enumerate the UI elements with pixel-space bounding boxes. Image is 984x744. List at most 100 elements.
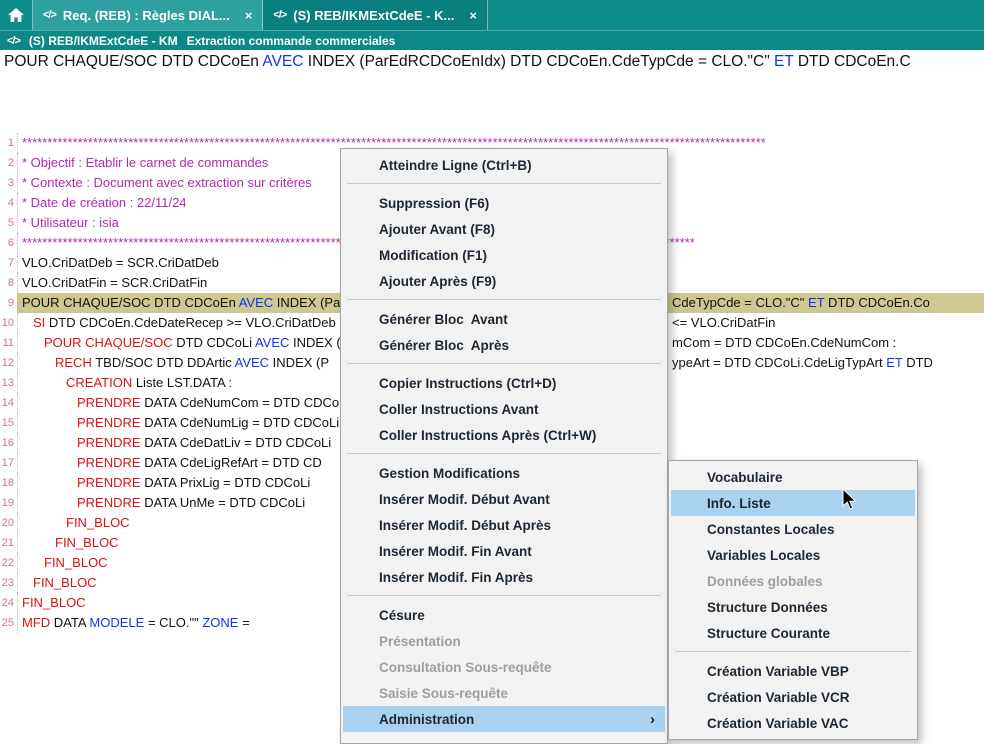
tab-req-reb-regles[interactable]: </> Req. (REB) : Règles DIAL... × xyxy=(33,0,263,30)
code-token: ypeArt = DTD CDCoLi.CdeLigTypArt xyxy=(672,355,886,370)
tab-bar: </> Req. (REB) : Règles DIAL... × </> (S… xyxy=(0,0,984,31)
context-menu-item-modification-f1[interactable]: Modification (F1) xyxy=(343,242,665,268)
code-token: ZONE xyxy=(202,615,238,630)
code-text: VLO.CriDatFin = SCR.CriDatFin xyxy=(18,273,207,293)
code-text: PRENDRE DATA UnMe = DTD CDCoLi xyxy=(18,493,305,513)
code-token: DTD CDCoEn.Co xyxy=(824,295,929,310)
menu-item-label: Insérer Modif. Début Après xyxy=(379,518,551,533)
code-token: INDEX (ParEdRCDCoEnIdx) DTD CDCoEn.CdeTy… xyxy=(303,53,774,70)
code-token: DATA CdeNumCom = DTD CDCoEn xyxy=(141,395,355,410)
close-icon[interactable]: × xyxy=(245,9,253,22)
line-number: 1 xyxy=(0,133,18,153)
home-button[interactable] xyxy=(0,0,33,30)
menu-item-label: Insérer Modif. Fin Avant xyxy=(379,544,532,559)
context-menu-item-administration[interactable]: Administration› xyxy=(343,706,665,732)
code-token: FIN_BLOC xyxy=(44,555,108,570)
menu-item-label: Ajouter Avant (F8) xyxy=(379,222,495,237)
line-number: 17 xyxy=(0,453,18,473)
line-number: 23 xyxy=(0,573,18,593)
context-menu-item-ins-rer-modif-fin-avant[interactable]: Insérer Modif. Fin Avant xyxy=(343,538,665,564)
context-menu-item-gestion-modifications[interactable]: Gestion Modifications xyxy=(343,460,665,486)
line-number: 13 xyxy=(0,373,18,393)
code-token: PRENDRE xyxy=(77,435,141,450)
line-number: 16 xyxy=(0,433,18,453)
submenu-item-cr-ation-variable-vbp[interactable]: Création Variable VBP xyxy=(671,658,915,684)
close-icon[interactable]: × xyxy=(469,9,477,22)
code-token: SI xyxy=(33,315,45,330)
submenu-administration: VocabulaireInfo. ListeConstantes Locales… xyxy=(668,460,918,740)
context-menu-item-coller-instructions-avant[interactable]: Coller Instructions Avant xyxy=(343,396,665,422)
code-text: PRENDRE DATA PrixLig = DTD CDCoLi xyxy=(18,473,310,493)
line-number: 19 xyxy=(0,493,18,513)
code-text: * Utilisateur : isia xyxy=(18,213,119,233)
code-token: <= VLO.CriDatFin xyxy=(672,315,775,330)
code-token: POUR CHAQUE/SOC xyxy=(44,335,173,350)
context-menu-item-suppression-f6[interactable]: Suppression (F6) xyxy=(343,190,665,216)
line-number: 15 xyxy=(0,413,18,433)
code-token: CREATION xyxy=(66,375,132,390)
menu-item-label: Structure Courante xyxy=(707,626,830,641)
line-number: 10 xyxy=(0,313,18,333)
code-token: AVEC xyxy=(255,335,289,350)
submenu-item-cr-ation-variable-vac[interactable]: Création Variable VAC xyxy=(671,710,915,736)
submenu-item-cr-ation-variable-vcr[interactable]: Création Variable VCR xyxy=(671,684,915,710)
menu-item-label: Présentation xyxy=(379,634,461,649)
code-token: PRENDRE xyxy=(77,415,141,430)
menu-item-label: Coller Instructions Avant xyxy=(379,402,539,417)
line-number: 11 xyxy=(0,333,18,353)
context-menu-item-g-n-rer-bloc-apr-s[interactable]: Générer Bloc Après xyxy=(343,332,665,358)
menu-item-label: Copier Instructions (Ctrl+D) xyxy=(379,376,556,391)
code-token: ET xyxy=(886,355,902,370)
code-text: VLO.CriDatDeb = SCR.CriDatDeb xyxy=(18,253,219,273)
context-menu-item-ajouter-apr-s-f9[interactable]: Ajouter Après (F9) xyxy=(343,268,665,294)
line-number: 7 xyxy=(0,253,18,273)
line-number: 9 xyxy=(0,293,18,313)
submenu-item-info-liste[interactable]: Info. Liste xyxy=(671,490,915,516)
line-number: 4 xyxy=(0,193,18,213)
menu-separator xyxy=(347,183,661,184)
context-menu-item-g-n-rer-bloc-avant[interactable]: Générer Bloc Avant xyxy=(343,306,665,332)
code-text-right: mCom = DTD CDCoEn.CdeNumCom : xyxy=(672,333,896,353)
document-subtitle: Extraction commande commerciales xyxy=(187,34,396,48)
context-menu-item-atteindre-ligne-ctrl-b[interactable]: Atteindre Ligne (Ctrl+B) xyxy=(343,152,665,178)
code-token: DATA CdeLigRefArt = DTD CD xyxy=(141,455,322,470)
code-token: DATA xyxy=(50,615,89,630)
submenu-item-structure-donn-es[interactable]: Structure Données xyxy=(671,594,915,620)
line-number: 6 xyxy=(0,233,18,253)
code-icon: </> xyxy=(7,35,20,47)
context-menu-item-ins-rer-modif-fin-apr-s[interactable]: Insérer Modif. Fin Après xyxy=(343,564,665,590)
context-menu-item-ajouter-avant-f8[interactable]: Ajouter Avant (F8) xyxy=(343,216,665,242)
menu-item-label: Création Variable VAC xyxy=(707,716,849,731)
submenu-item-donn-es-globales: Données globales xyxy=(671,568,915,594)
context-menu-item-copier-instructions-ctrl-d[interactable]: Copier Instructions (Ctrl+D) xyxy=(343,370,665,396)
line-number: 21 xyxy=(0,533,18,553)
line-number: 22 xyxy=(0,553,18,573)
current-statement-bar: POUR CHAQUE/SOC DTD CDCoEn AVEC INDEX (P… xyxy=(0,50,984,74)
menu-item-label: Création Variable VBP xyxy=(707,664,849,679)
submenu-item-variables-locales[interactable]: Variables Locales xyxy=(671,542,915,568)
document-title: (S) REB/IKMExtCdeE - KM xyxy=(29,34,178,48)
menu-item-label: Générer Bloc Avant xyxy=(379,312,508,327)
code-text-right: <= VLO.CriDatFin xyxy=(672,313,775,333)
context-menu-item-c-sure[interactable]: Césure xyxy=(343,602,665,628)
code-token: PRENDRE xyxy=(77,455,141,470)
code-token: ET xyxy=(808,295,824,310)
code-token: DATA UnMe = DTD CDCoLi xyxy=(141,495,306,510)
code-text: * Objectif : Etablir le carnet de comman… xyxy=(18,153,268,173)
context-menu-item-coller-instructions-apr-s-ctrl-w[interactable]: Coller Instructions Après (Ctrl+W) xyxy=(343,422,665,448)
submenu-item-vocabulaire[interactable]: Vocabulaire xyxy=(671,464,915,490)
menu-separator xyxy=(347,453,661,454)
code-token: POUR CHAQUE/SOC DTD CDCoEn xyxy=(22,295,239,310)
code-text: * Date de création : 22/11/24 xyxy=(18,193,187,213)
code-text: PRENDRE DATA CdeNumCom = DTD CDCoEn xyxy=(18,393,355,413)
menu-item-label: Ajouter Après (F9) xyxy=(379,274,496,289)
code-token: * Utilisateur : isia xyxy=(22,215,119,230)
submenu-item-structure-courante[interactable]: Structure Courante xyxy=(671,620,915,646)
home-icon xyxy=(8,8,24,22)
line-number: 24 xyxy=(0,593,18,613)
context-menu-item-ins-rer-modif-d-but-apr-s[interactable]: Insérer Modif. Début Après xyxy=(343,512,665,538)
tab-reb-ikmextcdee[interactable]: </> (S) REB/IKMExtCdeE - K... × xyxy=(263,0,488,30)
context-menu-item-ins-rer-modif-d-but-avant[interactable]: Insérer Modif. Début Avant xyxy=(343,486,665,512)
submenu-item-constantes-locales[interactable]: Constantes Locales xyxy=(671,516,915,542)
document-title-bar: </> (S) REB/IKMExtCdeE - KM Extraction c… xyxy=(0,31,984,50)
